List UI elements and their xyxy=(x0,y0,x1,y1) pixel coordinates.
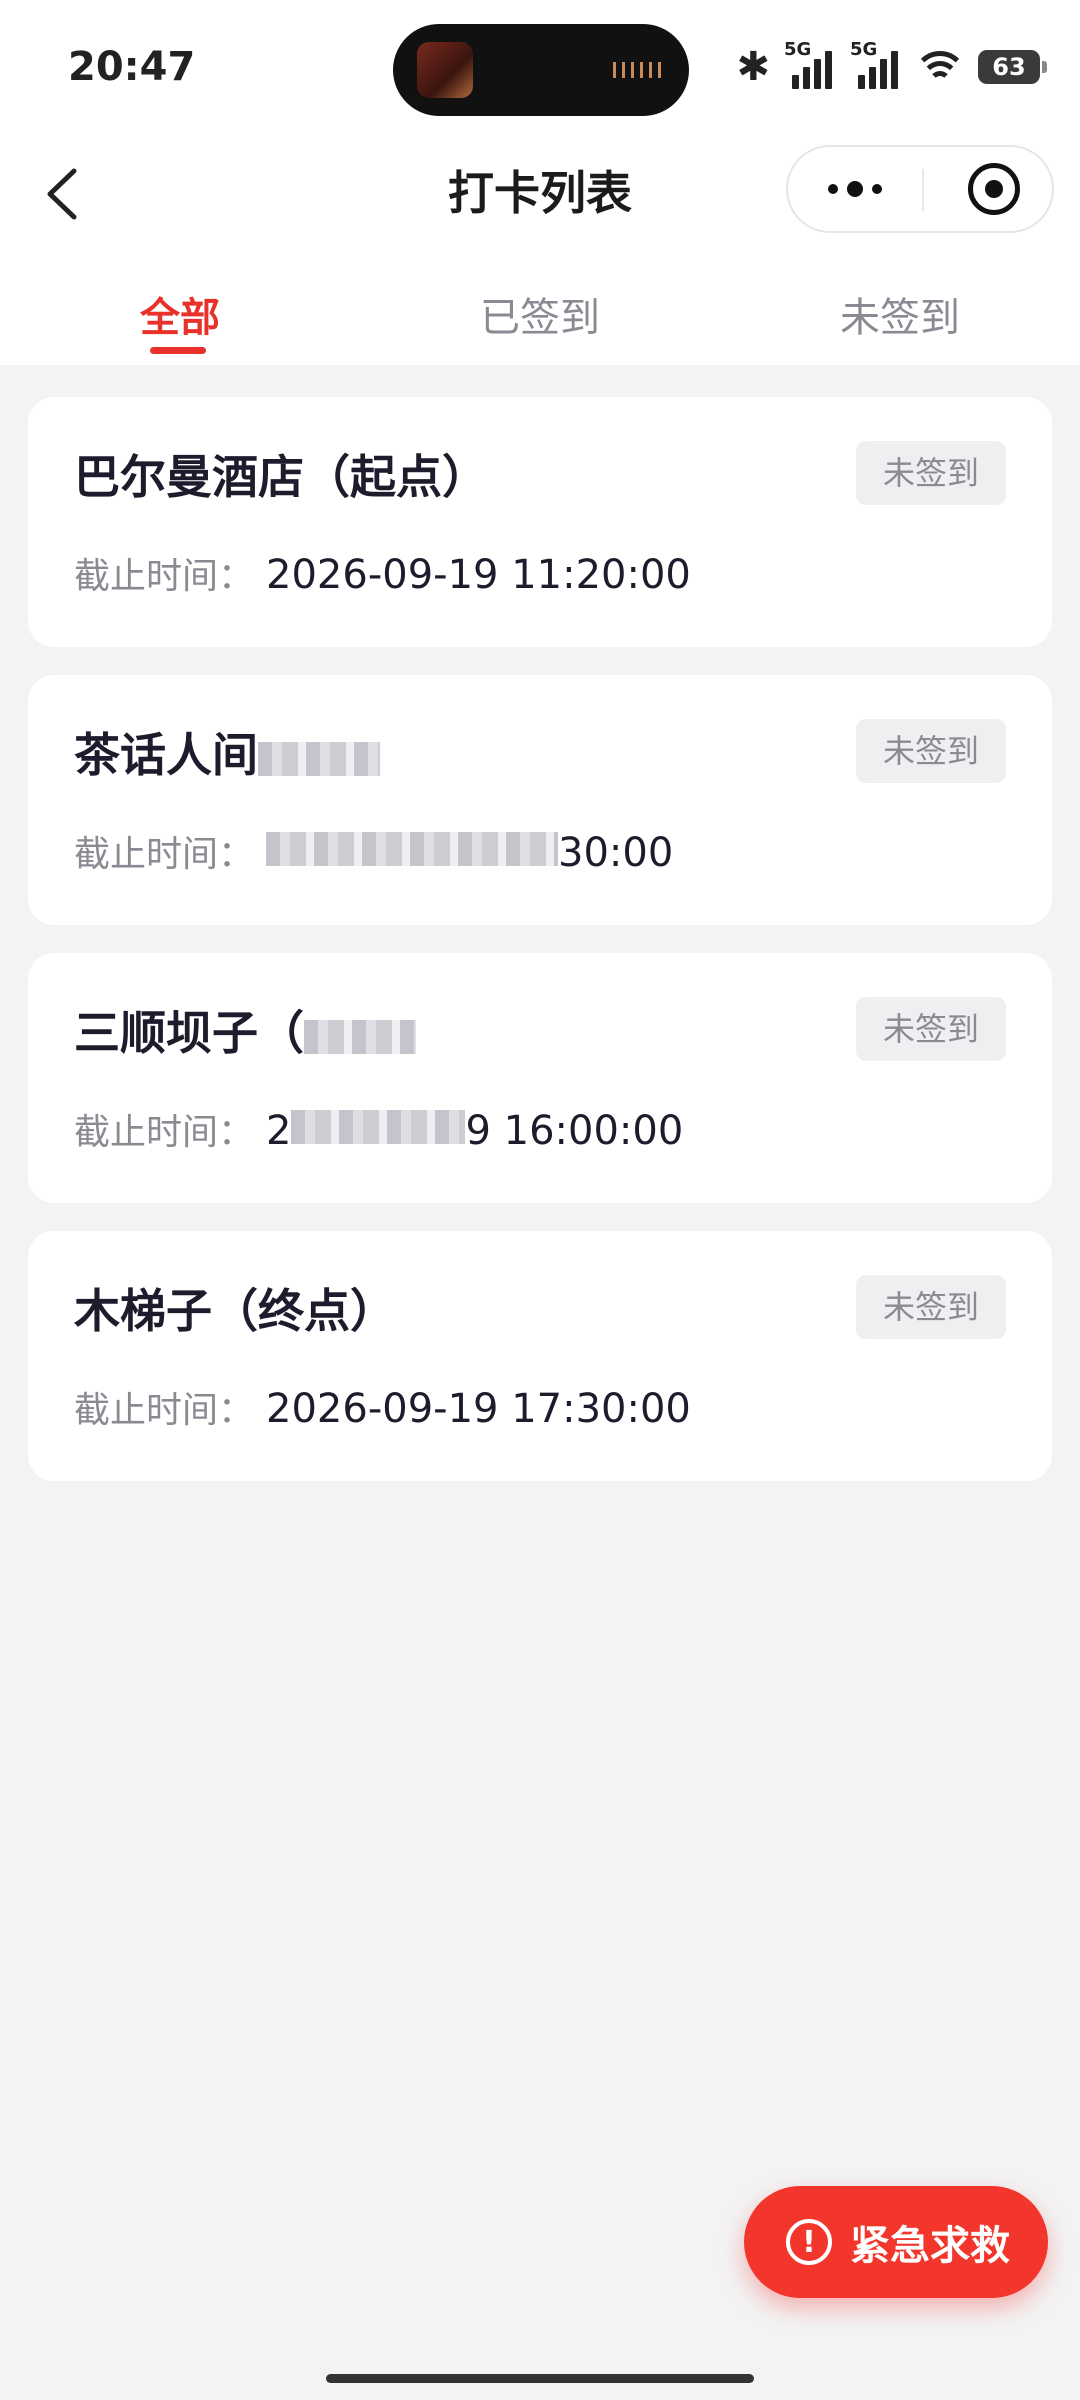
deadline-row: 截止时间： 30:00 xyxy=(74,825,673,877)
active-tab-indicator xyxy=(150,347,206,354)
network-type-1: 5G xyxy=(784,39,812,60)
more-dots-icon xyxy=(828,184,838,194)
deadline-label: 截止时间： xyxy=(74,556,255,597)
navigation-bar: 打卡列表 xyxy=(0,135,1080,255)
redacted-text xyxy=(258,741,380,776)
tab-checked-in-label: 已签到 xyxy=(480,295,600,341)
more-dots-icon-right xyxy=(872,184,882,194)
bluetooth-icon: ✱ xyxy=(736,44,770,90)
deadline-label: 截止时间： xyxy=(74,834,255,875)
tab-not-checked-in[interactable]: 未签到 xyxy=(720,255,1080,365)
emergency-sos-button[interactable]: ! 紧急求救 xyxy=(744,2186,1048,2298)
checkpoint-name: 巴尔曼酒店（起点） xyxy=(74,450,488,504)
checkpoint-card[interactable]: 三顺坝子（ 未签到 截止时间： 2 9 16:00:00 xyxy=(28,953,1052,1203)
redacted-text xyxy=(266,832,559,866)
checkpoint-name: 茶话人间 xyxy=(74,728,258,782)
deadline-label: 截止时间： xyxy=(74,1112,255,1153)
status-time: 20:47 xyxy=(68,44,196,90)
status-badge: 未签到 xyxy=(856,997,1006,1061)
audio-wave-icon xyxy=(613,62,663,78)
tab-checked-in[interactable]: 已签到 xyxy=(360,255,720,365)
deadline-value: 30:00 xyxy=(558,830,674,876)
tab-all-label: 全部 xyxy=(140,295,220,341)
tab-not-checked-in-label: 未签到 xyxy=(840,295,960,341)
emergency-sos-label: 紧急求救 xyxy=(850,2223,1010,2269)
chevron-left-icon xyxy=(47,168,77,220)
checkpoint-card[interactable]: 茶话人间 未签到 截止时间： 30:00 xyxy=(28,675,1052,925)
wifi-icon xyxy=(916,47,964,87)
checkpoint-name-row: 茶话人间 xyxy=(74,719,380,785)
more-button[interactable] xyxy=(788,147,922,231)
cellular-signal-1-icon: 5G xyxy=(784,39,836,89)
more-dots-icon-center xyxy=(847,181,863,197)
tab-all[interactable]: 全部 xyxy=(0,255,360,365)
close-miniprogram-button[interactable] xyxy=(968,163,1020,215)
checkpoint-name: 三顺坝子（ xyxy=(74,1006,304,1060)
checkpoint-name-row: 三顺坝子（ xyxy=(74,997,416,1063)
status-bar: 20:47 ✱ 5G 5G 63 xyxy=(0,0,1080,135)
deadline-row: 截止时间： 2026-09-19 17:30:00 xyxy=(74,1381,691,1433)
miniprogram-capsule xyxy=(786,145,1054,233)
deadline-value-prefix: 2 xyxy=(266,1108,292,1154)
checkpoint-card[interactable]: 巴尔曼酒店（起点） 未签到 截止时间： 2026-09-19 11:20:00 xyxy=(28,397,1052,647)
checkpoint-card[interactable]: 木梯子（终点） 未签到 截止时间： 2026-09-19 17:30:00 xyxy=(28,1231,1052,1481)
deadline-value: 2026-09-19 11:20:00 xyxy=(266,552,691,598)
checkpoint-list: 巴尔曼酒店（起点） 未签到 截止时间： 2026-09-19 11:20:00 … xyxy=(28,397,1052,1509)
battery-level: 63 xyxy=(992,53,1026,81)
battery-icon: 63 xyxy=(978,50,1047,84)
home-indicator[interactable] xyxy=(326,2374,754,2383)
cellular-signal-2-icon: 5G xyxy=(850,39,902,89)
filter-tabs: 全部 已签到 未签到 xyxy=(0,255,1080,365)
network-type-2: 5G xyxy=(850,39,878,60)
dynamic-island[interactable] xyxy=(393,24,689,116)
redacted-text xyxy=(304,1019,416,1054)
deadline-value: 9 16:00:00 xyxy=(465,1108,684,1154)
deadline-label: 截止时间： xyxy=(74,1390,255,1431)
now-playing-artwork xyxy=(417,42,473,98)
deadline-row: 截止时间： 2026-09-19 11:20:00 xyxy=(74,547,691,599)
capsule-divider xyxy=(922,169,924,211)
status-icons: ✱ 5G 5G 63 xyxy=(736,39,1047,92)
checkpoint-name: 木梯子（终点） xyxy=(74,1284,396,1338)
status-badge: 未签到 xyxy=(856,719,1006,783)
exclamation-circle-icon: ! xyxy=(786,2219,832,2265)
status-badge: 未签到 xyxy=(856,1275,1006,1339)
redacted-text xyxy=(291,1110,466,1144)
back-button[interactable] xyxy=(40,163,90,225)
status-badge: 未签到 xyxy=(856,441,1006,505)
deadline-value: 2026-09-19 17:30:00 xyxy=(266,1386,691,1432)
deadline-row: 截止时间： 2 9 16:00:00 xyxy=(74,1103,683,1155)
